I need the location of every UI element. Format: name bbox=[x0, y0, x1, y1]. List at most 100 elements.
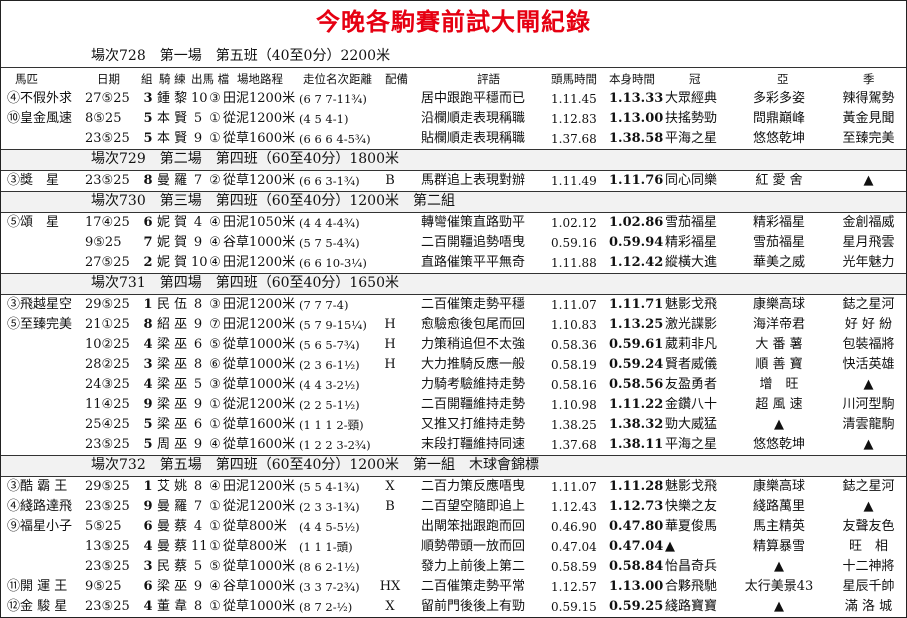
lead-time: 1.11.07 bbox=[551, 298, 597, 312]
jockey-trainer: 梁 巫 bbox=[157, 397, 188, 412]
track-distance: 從泥1200米 bbox=[223, 111, 296, 126]
comment: 二百開韁追勢唔曳 bbox=[421, 235, 526, 250]
first-place: 同心同樂 bbox=[665, 173, 718, 188]
track-distance: 谷草1000米 bbox=[223, 579, 296, 594]
track-distance: 從草800米 bbox=[223, 539, 287, 554]
running-position: (6 6 10-3¼) bbox=[299, 256, 367, 270]
table-row: ③酷 霸 王 29⑤25 1 艾 姚 8 ④ 田泥1200米 (5 5 4-1¾) X 二百力策反… bbox=[1, 477, 906, 497]
race-header-text: 場次732 第五場 第四班（60至40分）1200米 第一組 木球會錦標 bbox=[91, 457, 539, 473]
weight: 8 bbox=[193, 479, 203, 494]
horse-name: ③獎 星 bbox=[7, 173, 60, 188]
track-distance: 從草1000米 bbox=[223, 337, 296, 352]
running-position: (8 6 2-1½) bbox=[299, 560, 360, 574]
own-time: 1.13.25 bbox=[609, 317, 664, 332]
col-first: 冠 bbox=[689, 72, 701, 86]
gate: ③ bbox=[209, 377, 221, 392]
race-header-text: 場次731 第四場 第四班（60至40分）1650米 bbox=[91, 275, 399, 291]
second-place: ▲ bbox=[774, 599, 784, 614]
trial-date: 13⑤25 bbox=[85, 539, 130, 554]
first-place: 縱橫大進 bbox=[665, 255, 718, 270]
first-place: 合夥飛馳 bbox=[665, 579, 718, 594]
own-time: 1.12.42 bbox=[609, 255, 664, 270]
weight: 7 bbox=[193, 173, 203, 188]
running-position: (5 6 5-7¾) bbox=[299, 338, 360, 352]
jockey-trainer: 曼 羅 bbox=[157, 499, 188, 514]
table-row: ③飛越星空 29⑤25 1 民 伍 8 ③ 田泥1200米 (7 7 7-4) 二百催策走勢平穩… bbox=[1, 295, 906, 315]
track-distance: 田泥1200米 bbox=[223, 297, 296, 312]
second-place: 海洋帝君 bbox=[752, 317, 805, 332]
running-position: (6 6 3-1¾) bbox=[299, 174, 360, 188]
jockey-trainer: 紹 巫 bbox=[157, 317, 188, 332]
table-row: 13⑤25 4 曼 蔡 11 ① 從草800米 (1 1 1-頭) 順勢帶頭一放而回 0.47.… bbox=[1, 537, 906, 557]
gate: ④ bbox=[209, 255, 221, 270]
own-time: 0.59.25 bbox=[609, 599, 664, 614]
lead-time: 0.59.16 bbox=[551, 236, 597, 250]
jockey-trainer: 梁 巫 bbox=[157, 337, 188, 352]
horse-name: ③飛越星空 bbox=[7, 297, 73, 312]
col-third: 季 bbox=[863, 72, 875, 86]
own-time: 1.11.28 bbox=[609, 479, 664, 494]
trial-date: 17④25 bbox=[85, 215, 130, 230]
first-place: 華夏俊馬 bbox=[665, 519, 718, 534]
first-place: 金鑽八十 bbox=[665, 397, 718, 412]
weight: 10 bbox=[191, 255, 208, 270]
second-place: 精彩福星 bbox=[752, 215, 805, 230]
trial-date: 23⑤25 bbox=[85, 131, 130, 146]
running-position: (4 4 3-2½) bbox=[299, 378, 360, 392]
gate: ① bbox=[209, 599, 221, 614]
own-time: 1.38.58 bbox=[609, 131, 664, 146]
lead-time: 1.10.98 bbox=[551, 398, 597, 412]
own-time: 0.58.84 bbox=[609, 559, 664, 574]
trial-date: 9⑤25 bbox=[85, 235, 122, 250]
third-place: ▲ bbox=[863, 437, 874, 452]
table-row: ⑫金 駿 星 23⑤25 4 董 韋 8 ① 從草1000米 (8 7 2-½) X 留前門後後上… bbox=[1, 597, 906, 617]
comment: 二百催策走勢平穩 bbox=[421, 297, 526, 312]
first-place: 葳莉非凡 bbox=[665, 337, 718, 352]
table-row: ⑪開 運 王 9⑤25 6 梁 巫 9 ④ 谷草1000米 (3 3 7-2¾) HX 二百催策走… bbox=[1, 577, 906, 597]
running-position: (7 7 7-4) bbox=[299, 298, 349, 312]
first-place: 魅影戈飛 bbox=[665, 479, 718, 494]
second-place: 綫路萬里 bbox=[752, 499, 805, 514]
jockey-trainer: 周 巫 bbox=[157, 437, 188, 452]
gate: ① bbox=[209, 417, 221, 432]
lead-time: 1.11.07 bbox=[551, 480, 597, 494]
gate: ④ bbox=[209, 579, 221, 594]
lead-time: 1.12.57 bbox=[551, 580, 597, 594]
comment: 轉彎催策直路勁平 bbox=[421, 215, 526, 230]
own-time: 1.11.76 bbox=[609, 173, 664, 188]
comment: 順勢帶頭一放而回 bbox=[421, 539, 526, 554]
first-place: 大眾經典 bbox=[665, 91, 718, 106]
first-place: 賢者威儀 bbox=[665, 357, 718, 372]
gate: ① bbox=[209, 539, 221, 554]
col-date: 日期 bbox=[97, 72, 120, 86]
group-number: 4 bbox=[143, 337, 153, 352]
track-distance: 田泥1200米 bbox=[223, 317, 296, 332]
lead-time: 1.12.83 bbox=[551, 112, 597, 126]
comment: 愈驗愈後包尾而回 bbox=[421, 317, 526, 332]
race-header: 場次728 第一場 第五班（40至0分）2200米 bbox=[1, 47, 906, 68]
track-distance: 從草1000米 bbox=[223, 559, 296, 574]
third-place: 清雲龍駒 bbox=[842, 417, 895, 432]
gate: ④ bbox=[209, 235, 221, 250]
gate: ④ bbox=[209, 479, 221, 494]
own-time: 1.13.33 bbox=[609, 91, 664, 106]
gate: ⑥ bbox=[209, 357, 221, 372]
weight: 11 bbox=[191, 539, 208, 554]
comment: 發力上前後上第二 bbox=[421, 559, 526, 574]
jockey-trainer: 本 賢 bbox=[157, 111, 188, 126]
third-place: 川河型駒 bbox=[842, 397, 895, 412]
weight: 9 bbox=[193, 235, 203, 250]
first-place: 精彩福星 bbox=[665, 235, 718, 250]
trial-date: 24③25 bbox=[85, 377, 130, 392]
jockey-trainer: 曼 蔡 bbox=[157, 519, 188, 534]
gate: ③ bbox=[209, 297, 221, 312]
running-position: (5 7 9-15¼) bbox=[299, 318, 367, 332]
comment: 又推又打維持走勢 bbox=[421, 417, 526, 432]
group-number: 3 bbox=[143, 357, 153, 372]
third-place: 好 好 紛 bbox=[844, 317, 893, 332]
running-position: (4 4 5-5½) bbox=[299, 520, 360, 534]
gear: X bbox=[385, 479, 395, 494]
jockey-trainer: 本 賢 bbox=[157, 131, 188, 146]
first-place: 平海之星 bbox=[665, 131, 718, 146]
second-place: 超 風 速 bbox=[755, 397, 803, 412]
